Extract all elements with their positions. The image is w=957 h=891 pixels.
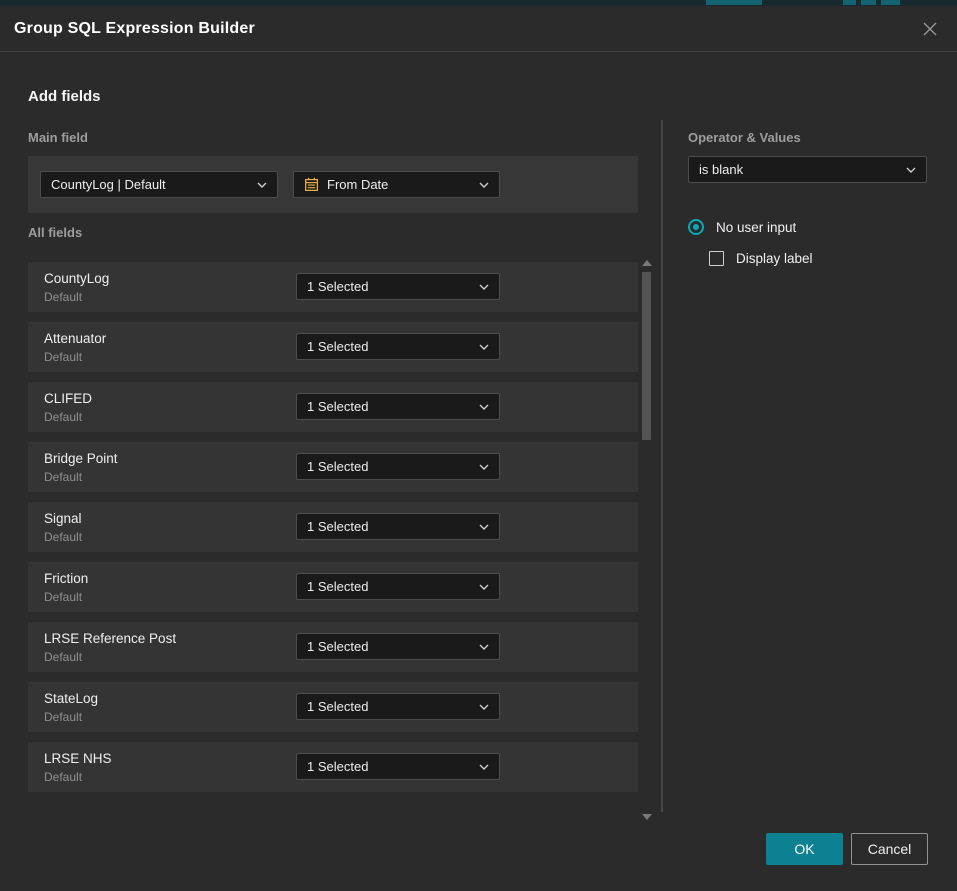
chevron-down-icon [479,404,489,410]
field-row: Signal Default 1 Selected [28,502,638,552]
field-subtitle: Default [44,410,82,424]
radio-selected-icon [688,219,704,235]
field-name: StateLog [44,691,98,706]
checkbox-unchecked-icon [709,251,724,266]
field-row: StateLog Default 1 Selected [28,682,638,732]
field-row: Attenuator Default 1 Selected [28,322,638,372]
chevron-down-icon [479,284,489,290]
cancel-button[interactable]: Cancel [851,833,928,865]
operator-value: is blank [699,162,898,177]
scrollbar-up-arrow-icon[interactable] [642,260,652,266]
field-selection-dropdown[interactable]: 1 Selected [296,693,500,720]
field-subtitle: Default [44,770,82,784]
field-name: LRSE Reference Post [44,631,176,646]
chevron-down-icon [906,167,916,173]
field-name: Attenuator [44,331,106,346]
all-fields-scrollbar [640,256,654,822]
field-selection-value: 1 Selected [307,519,471,534]
chevron-down-icon [479,182,489,188]
operator-dropdown[interactable]: is blank [688,156,927,183]
field-name: Friction [44,571,88,586]
background-app-fragment [706,0,762,5]
dialog-title: Group SQL Expression Builder [14,20,255,38]
main-field-date-value: From Date [327,177,471,192]
close-button[interactable] [917,16,943,42]
field-selection-dropdown[interactable]: 1 Selected [296,633,500,660]
scrollbar-down-arrow-icon[interactable] [642,814,652,820]
main-field-date-dropdown[interactable]: From Date [293,171,500,198]
display-label-checkbox[interactable]: Display label [709,251,813,266]
chevron-down-icon [479,584,489,590]
field-selection-value: 1 Selected [307,399,471,414]
background-app-fragment [861,0,876,5]
field-subtitle: Default [44,470,82,484]
dialog-header: Group SQL Expression Builder [0,6,957,52]
field-selection-value: 1 Selected [307,459,471,474]
field-row: LRSE Reference Post Default 1 Selected [28,622,638,672]
field-name: Bridge Point [44,451,118,466]
chevron-down-icon [479,464,489,470]
field-selection-value: 1 Selected [307,639,471,654]
field-selection-value: 1 Selected [307,699,471,714]
group-sql-expression-builder-dialog: Group SQL Expression Builder Add fields … [0,6,957,891]
field-subtitle: Default [44,530,82,544]
field-selection-value: 1 Selected [307,759,471,774]
field-row: LRSE NHS Default 1 Selected [28,742,638,792]
field-row: Friction Default 1 Selected [28,562,638,612]
field-selection-dropdown[interactable]: 1 Selected [296,393,500,420]
field-selection-value: 1 Selected [307,579,471,594]
field-subtitle: Default [44,290,82,304]
operator-values-label: Operator & Values [688,130,801,145]
chevron-down-icon [479,704,489,710]
main-field-panel: CountyLog | Default From Date [28,156,638,213]
no-user-input-radio[interactable]: No user input [688,219,796,235]
scrollbar-thumb[interactable] [642,272,651,440]
main-field-label: Main field [28,130,88,145]
field-row: CountyLog Default 1 Selected [28,262,638,312]
field-name: CLIFED [44,391,92,406]
background-app-fragment [881,0,900,5]
field-name: Signal [44,511,82,526]
chevron-down-icon [479,524,489,530]
vertical-divider [661,120,663,812]
field-name: CountyLog [44,271,109,286]
close-icon [921,20,939,38]
add-fields-heading: Add fields [28,88,101,105]
field-subtitle: Default [44,710,82,724]
field-selection-dropdown[interactable]: 1 Selected [296,573,500,600]
field-selection-value: 1 Selected [307,339,471,354]
field-selection-dropdown[interactable]: 1 Selected [296,333,500,360]
field-subtitle: Default [44,590,82,604]
chevron-down-icon [479,344,489,350]
field-row: Bridge Point Default 1 Selected [28,442,638,492]
main-field-source-dropdown[interactable]: CountyLog | Default [40,171,278,198]
chevron-down-icon [257,182,267,188]
field-selection-dropdown[interactable]: 1 Selected [296,273,500,300]
field-selection-dropdown[interactable]: 1 Selected [296,753,500,780]
all-fields-label: All fields [28,225,82,240]
field-name: LRSE NHS [44,751,112,766]
no-user-input-label: No user input [716,220,796,235]
display-label-label: Display label [736,251,813,266]
field-selection-value: 1 Selected [307,279,471,294]
chevron-down-icon [479,764,489,770]
calendar-icon [304,177,319,192]
ok-button[interactable]: OK [766,833,843,865]
field-selection-dropdown[interactable]: 1 Selected [296,453,500,480]
main-field-source-value: CountyLog | Default [51,177,249,192]
chevron-down-icon [479,644,489,650]
background-app-fragment [843,0,856,5]
field-selection-dropdown[interactable]: 1 Selected [296,513,500,540]
field-subtitle: Default [44,350,82,364]
all-fields-list: CountyLog Default 1 Selected Attenuator … [28,262,638,802]
field-subtitle: Default [44,650,82,664]
field-row: CLIFED Default 1 Selected [28,382,638,432]
